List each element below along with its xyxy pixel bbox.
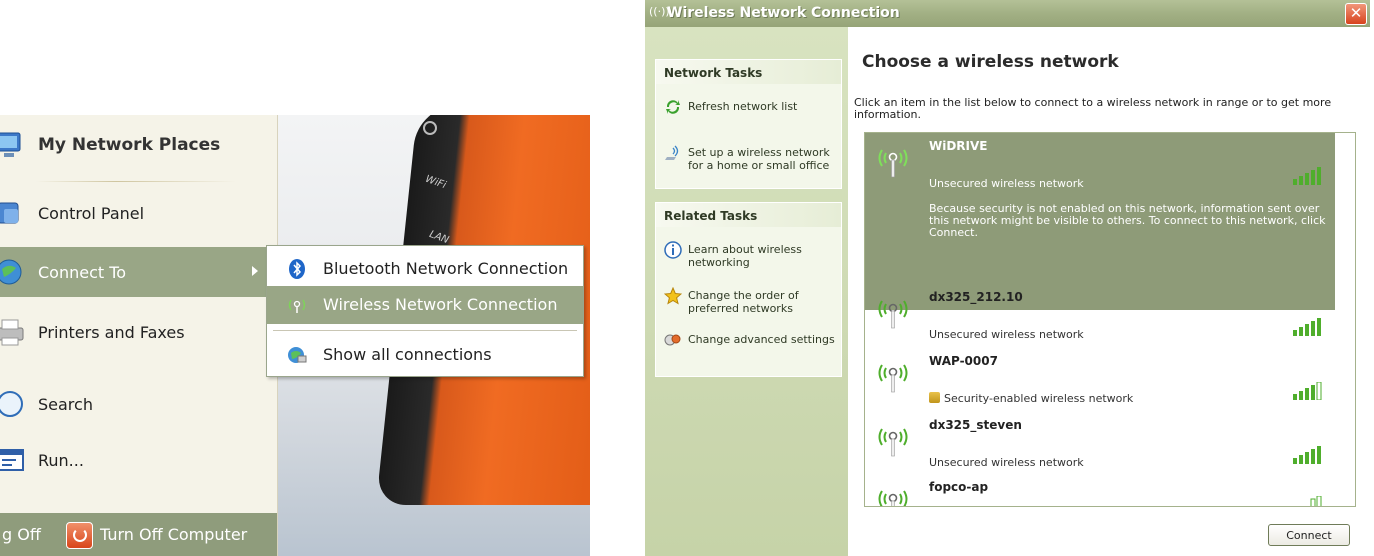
wireless-antenna-icon bbox=[878, 490, 908, 506]
network-status: Unsecured wireless network bbox=[929, 177, 1084, 190]
signal-strength-icon bbox=[1293, 446, 1321, 464]
task-sidebar: Network Tasks Refresh network list Set u… bbox=[645, 27, 848, 556]
connect-to-submenu: Bluetooth Network Connection Wireless Ne… bbox=[266, 245, 584, 377]
start-item-search[interactable]: Search bbox=[0, 379, 277, 429]
lock-icon bbox=[929, 392, 940, 403]
network-list-scrollbar[interactable] bbox=[1355, 133, 1356, 506]
network-ssid: WAP-0007 bbox=[929, 354, 998, 368]
sidebar-link-label: Learn about wireless networking bbox=[688, 243, 802, 269]
start-item-my-network-places[interactable]: My Network Places bbox=[0, 115, 277, 175]
network-item[interactable]: fopco-ap bbox=[865, 474, 1335, 506]
start-item-label: Connect To bbox=[38, 262, 127, 282]
submenu-item-bluetooth[interactable]: Bluetooth Network Connection bbox=[267, 250, 583, 288]
setup-wireless-icon bbox=[665, 145, 679, 160]
sidebar-link-label: Refresh network list bbox=[688, 100, 798, 113]
wireless-antenna-icon bbox=[878, 300, 908, 329]
signal-strength-icon bbox=[1310, 496, 1322, 506]
title-bar[interactable]: ((·)) Wireless Network Connection ✕ bbox=[645, 0, 1370, 27]
star-icon bbox=[664, 287, 682, 305]
security-warning-text: Because security is not enabled on this … bbox=[929, 202, 1326, 239]
control-panel-icon bbox=[0, 202, 19, 224]
wireless-antenna-icon bbox=[878, 149, 908, 178]
search-icon bbox=[0, 391, 23, 417]
wireless-network-dialog: ((·)) Wireless Network Connection ✕ Netw… bbox=[645, 0, 1370, 556]
run-icon bbox=[0, 449, 24, 471]
submenu-item-label: Wireless Network Connection bbox=[323, 295, 558, 314]
submenu-item-label: Bluetooth Network Connection bbox=[323, 259, 569, 278]
related-tasks-header: Related Tasks bbox=[656, 203, 841, 227]
submenu-arrow-icon bbox=[252, 266, 258, 276]
advanced-settings-icon bbox=[664, 334, 681, 346]
window-title: Wireless Network Connection bbox=[667, 5, 900, 21]
start-item-label: Search bbox=[38, 394, 93, 414]
related-tasks-panel: Related Tasks Learn about wireless netwo… bbox=[655, 202, 842, 377]
main-pane: Choose a wireless network Click an item … bbox=[848, 27, 1370, 556]
signal-strength-icon bbox=[1293, 382, 1322, 400]
log-off-button[interactable]: g Off bbox=[2, 525, 41, 544]
start-menu-right-column: My Network Places Control Panel Connect … bbox=[0, 115, 278, 556]
start-item-printers-and-faxes[interactable]: Printers and Faxes bbox=[0, 307, 277, 357]
start-item-label: My Network Places bbox=[38, 135, 221, 155]
submenu-item-show-all[interactable]: Show all connections bbox=[267, 336, 583, 374]
network-places-icon bbox=[0, 132, 21, 157]
instruction-text: Click an item in the list below to conne… bbox=[854, 96, 1332, 121]
bluetooth-icon bbox=[289, 259, 305, 279]
info-icon bbox=[664, 241, 682, 259]
start-menu-divider bbox=[36, 181, 236, 182]
start-menu-footer: g Off Turn Off Computer bbox=[0, 513, 277, 556]
network-ssid: fopco-ap bbox=[929, 480, 989, 494]
network-status: Security-enabled wireless network bbox=[944, 392, 1134, 405]
connect-button[interactable]: Connect bbox=[1268, 524, 1350, 546]
wireless-antenna-icon bbox=[878, 364, 908, 393]
sidebar-link-label: Change advanced settings bbox=[688, 333, 835, 346]
network-ssid: WiDRIVE bbox=[929, 139, 988, 153]
network-list[interactable]: WiDRIVE Unsecured wireless network Becau… bbox=[864, 132, 1356, 507]
power-icon[interactable] bbox=[66, 522, 93, 549]
wireless-icon bbox=[288, 299, 306, 313]
network-status-secured: Security-enabled wireless network bbox=[929, 392, 1133, 405]
refresh-icon bbox=[666, 100, 680, 114]
start-menu-screenshot: WiFi LAN My Network Places Control Panel bbox=[0, 115, 590, 556]
device-power-icon bbox=[423, 121, 437, 135]
submenu-separator bbox=[273, 330, 577, 331]
network-item[interactable]: dx325_212.10 Unsecured wireless network bbox=[865, 284, 1335, 348]
page-title: Choose a wireless network bbox=[862, 52, 1119, 72]
network-status: Unsecured wireless network bbox=[929, 328, 1084, 341]
submenu-item-wireless[interactable]: Wireless Network Connection bbox=[267, 286, 583, 324]
network-ssid: dx325_212.10 bbox=[929, 290, 1023, 304]
start-item-label: Control Panel bbox=[38, 203, 145, 223]
sidebar-link-label: Change the order of preferred networks bbox=[688, 289, 799, 315]
start-item-label: Run... bbox=[38, 450, 84, 470]
start-item-label: Printers and Faxes bbox=[38, 322, 185, 342]
turn-off-computer-button[interactable]: Turn Off Computer bbox=[100, 525, 247, 544]
start-item-connect-to[interactable]: Connect To bbox=[0, 247, 277, 297]
start-item-control-panel[interactable]: Control Panel bbox=[0, 188, 277, 238]
close-button[interactable]: ✕ bbox=[1345, 3, 1367, 25]
sidebar-link-label: Set up a wireless network for a home or … bbox=[688, 146, 830, 172]
connect-to-icon bbox=[0, 259, 22, 285]
signal-strength-icon bbox=[1293, 318, 1321, 336]
submenu-item-label: Show all connections bbox=[323, 345, 492, 364]
network-ssid: dx325_steven bbox=[929, 418, 1022, 432]
wireless-antenna-icon bbox=[878, 428, 908, 457]
network-tasks-header: Network Tasks bbox=[656, 60, 841, 84]
signal-strength-icon bbox=[1293, 167, 1321, 185]
network-item[interactable]: WAP-0007 Security-enabled wireless netwo… bbox=[865, 348, 1335, 412]
start-item-run[interactable]: Run... bbox=[0, 435, 277, 485]
network-item[interactable]: dx325_steven Unsecured wireless network bbox=[865, 412, 1335, 476]
printer-icon bbox=[0, 319, 24, 346]
network-tasks-panel: Network Tasks Refresh network list Set u… bbox=[655, 59, 842, 189]
network-globe-icon bbox=[288, 347, 307, 363]
network-status: Unsecured wireless network bbox=[929, 456, 1084, 469]
